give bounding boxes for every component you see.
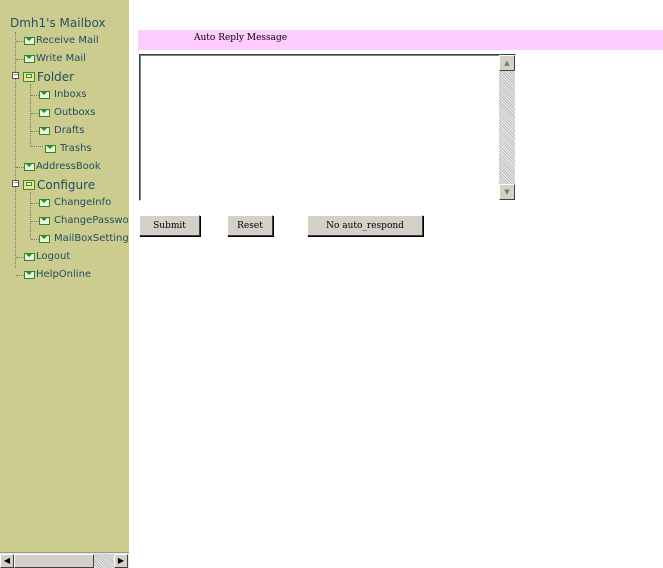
tree-line <box>30 192 31 238</box>
collapse-folder-icon[interactable]: − <box>12 72 19 79</box>
sidebar-item-outboxs[interactable]: Outboxs <box>39 105 95 121</box>
mailbox-title: Dmh1's Mailbox <box>10 16 106 30</box>
sidebar-item-label: Folder <box>37 70 75 84</box>
sidebar-item-label: Logout <box>36 251 71 262</box>
sidebar-item-label: Write Mail <box>36 53 86 64</box>
auto-reply-title: Auto Reply Message <box>194 33 288 43</box>
sidebar-item-drafts[interactable]: Drafts <box>39 123 84 139</box>
sidebar-item-write-mail[interactable]: Write Mail <box>24 51 86 67</box>
mail-icon <box>45 145 56 153</box>
sidebar-item-mailboxsetting[interactable]: MailBoxSetting <box>39 231 129 247</box>
scrollbar-thumb[interactable] <box>14 554 94 568</box>
message-vertical-scrollbar[interactable]: ▲ ▼ <box>499 55 515 200</box>
sidebar-item-helponline[interactable]: HelpOnline <box>24 267 91 283</box>
sidebar-item-inboxs[interactable]: Inboxs <box>39 87 87 103</box>
mail-icon <box>24 163 35 171</box>
scroll-left-icon[interactable]: ◀ <box>0 554 14 568</box>
folder-icon <box>23 72 35 82</box>
sidebar-item-label: Outboxs <box>54 107 96 118</box>
tree-line <box>16 167 24 168</box>
scrollbar-track[interactable] <box>94 554 114 568</box>
tree-line <box>15 32 16 268</box>
sidebar-item-label: Inboxs <box>54 89 87 100</box>
tree-line <box>31 113 39 114</box>
sidebar: Dmh1's Mailbox − − Receive Mail Write Ma… <box>0 0 129 568</box>
tree-line <box>31 221 39 222</box>
scroll-down-icon[interactable]: ▼ <box>499 184 515 200</box>
tree-line <box>31 146 43 147</box>
sidebar-horizontal-scrollbar[interactable]: ◀ ▶ <box>0 552 129 568</box>
sidebar-item-label: HelpOnline <box>36 269 92 280</box>
mail-icon <box>39 235 50 243</box>
mail-icon <box>24 271 35 279</box>
no-auto-respond-button[interactable]: No auto_respond <box>307 215 423 236</box>
folder-icon <box>23 180 35 190</box>
sidebar-item-label: ChangeInfo <box>54 197 112 208</box>
sidebar-item-addressbook[interactable]: AddressBook <box>24 159 101 175</box>
sidebar-item-label: ChangePassword <box>54 215 129 226</box>
sidebar-item-folder[interactable]: Folder <box>23 69 74 85</box>
sidebar-item-trashs[interactable]: Trashs <box>45 141 92 157</box>
sidebar-item-label: Drafts <box>54 125 85 136</box>
collapse-configure-icon[interactable]: − <box>12 180 19 187</box>
tree-line <box>16 41 24 42</box>
scroll-right-icon[interactable]: ▶ <box>114 554 128 568</box>
tree-line <box>30 84 31 146</box>
tree-line <box>31 95 39 96</box>
scroll-up-icon[interactable]: ▲ <box>499 55 515 71</box>
sidebar-item-label: MailBoxSetting <box>54 233 129 244</box>
tree-line <box>31 203 39 204</box>
submit-button[interactable]: Submit <box>139 215 200 236</box>
reset-button[interactable]: Reset <box>227 215 273 236</box>
sidebar-item-label: Configure <box>37 178 96 192</box>
mail-icon <box>24 55 35 63</box>
auto-reply-message-box[interactable]: ▲ ▼ <box>139 54 516 201</box>
tree-line <box>31 131 39 132</box>
sidebar-item-configure[interactable]: Configure <box>23 177 95 193</box>
tree-line <box>16 275 24 276</box>
mail-icon <box>39 109 50 117</box>
sidebar-item-logout[interactable]: Logout <box>24 249 70 265</box>
tree-line <box>16 59 24 60</box>
tree-line <box>16 257 24 258</box>
sidebar-item-receive-mail[interactable]: Receive Mail <box>24 33 99 49</box>
sidebar-item-label: AddressBook <box>36 161 101 172</box>
mail-icon <box>39 91 50 99</box>
mail-icon <box>39 199 50 207</box>
sidebar-item-changeinfo[interactable]: ChangeInfo <box>39 195 111 211</box>
sidebar-item-label: Receive Mail <box>36 35 99 46</box>
auto-reply-header: Auto Reply Message <box>138 30 663 50</box>
tree-line <box>31 239 39 240</box>
sidebar-item-label: Trashs <box>60 143 92 154</box>
mail-icon <box>24 253 35 261</box>
mail-icon <box>39 127 50 135</box>
sidebar-item-changepassword[interactable]: ChangePassword <box>39 213 129 229</box>
mail-icon <box>39 217 50 225</box>
mail-icon <box>24 37 35 45</box>
auto-reply-message-input[interactable] <box>142 57 498 198</box>
